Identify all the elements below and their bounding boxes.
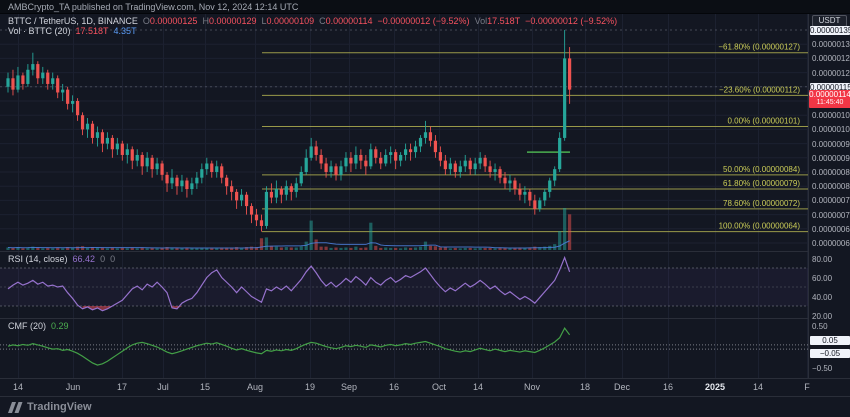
fib-label: 78.60% (0.00000072): [723, 199, 800, 208]
time-tick-label: 17: [117, 382, 127, 392]
legend-segment: 17.518T: [76, 26, 109, 36]
volume-ma-line: [8, 241, 570, 248]
symbol-legend-row[interactable]: BTTC / TetherUS, 1D, BINANCEO0.00000125H…: [8, 16, 617, 26]
tradingview-published-chart: AMBCrypto_TA published on TradingView.co…: [0, 0, 850, 417]
time-tick-label: Jul: [157, 382, 169, 392]
legend-segment: 0.00000114: [326, 16, 373, 26]
candles: [6, 30, 571, 232]
legend-segment: 0: [100, 254, 105, 264]
price-tick-label: 0.00000125: [812, 54, 850, 63]
price-tick-label: 0.00000105: [812, 111, 850, 120]
price-tick-label: 0.00000070: [812, 211, 850, 220]
time-tick-label: 2025: [705, 382, 725, 392]
price-tick-label: 0.00000090: [812, 154, 850, 163]
attribution-bar: AMBCrypto_TA published on TradingView.co…: [0, 0, 850, 14]
rsi-legend-row[interactable]: RSI (14, close) 66.42 00: [8, 254, 115, 264]
price-tick-label: 0.00000080: [812, 182, 850, 191]
legend-segment: Vol · BTTC (20): [8, 26, 71, 36]
legend-segment: 0: [110, 254, 115, 264]
legend-segment: 0.00000129: [209, 16, 257, 26]
rsi-tick-label: 40.00: [812, 293, 832, 302]
time-tick-label: Nov: [524, 382, 540, 392]
brand-label: TradingView: [27, 401, 92, 413]
price-axis[interactable]: USDT 0.000001300.000001250.000001200.000…: [808, 14, 850, 396]
time-tick-label: 14: [753, 382, 763, 392]
price-tick-label: 0.00000065: [812, 225, 850, 234]
time-tick-label: Jun: [66, 382, 81, 392]
fib-label: −61.80% (0.00000127): [718, 43, 800, 52]
cmf-line: [8, 328, 570, 365]
time-tick-label: Oct: [432, 382, 446, 392]
fib-label: −23.60% (0.00000112): [719, 85, 800, 94]
fib-label: 0.00% (0.00000101): [728, 117, 801, 126]
time-tick-label: 14: [473, 382, 483, 392]
legend-segment: −0.00000012 (−9.52%): [377, 16, 469, 26]
rsi-tick-label: 20.00: [812, 312, 832, 321]
last-price-label: 0.0000011411:45:40: [809, 90, 850, 108]
time-tick-label: 18: [580, 382, 590, 392]
legend-segment: 4.35T: [114, 26, 137, 36]
cmf-band-label: −0.05: [810, 349, 850, 358]
time-tick-label: 16: [389, 382, 399, 392]
legend-segment: CMF (20): [8, 321, 46, 331]
price-level-label: 0.00000135: [810, 26, 850, 35]
rsi-tick-label: 60.00: [812, 274, 832, 283]
fib-label: 100.00% (0.00000064): [719, 222, 801, 231]
time-tick-label: Dec: [614, 382, 630, 392]
cmf-tick-label: 0.50: [812, 322, 828, 331]
footer-bar: TradingView: [0, 396, 850, 417]
legend-segment: 0.00000125: [150, 16, 198, 26]
price-tick-label: 0.00000060: [812, 239, 850, 248]
rsi-tick-label: 80.00: [812, 255, 832, 264]
legend-segment: 0.00000109: [267, 16, 315, 26]
legend-segment: −0.00000012 (−9.52%): [525, 16, 617, 26]
price-tick-label: 0.00000085: [812, 168, 850, 177]
legend-segment: 0.29: [51, 321, 69, 331]
time-axis[interactable]: 14 Jun 17 Jul 15 Aug 19 Sep 16 Oct 14 Nov 18 Dec 16 202…: [0, 378, 850, 397]
price-tick-label: 0.00000120: [812, 69, 850, 78]
cmf-tick-label: −0.50: [812, 364, 832, 373]
tradingview-logo-icon: [8, 402, 23, 413]
legend-segment: BTTC / TetherUS, 1D, BINANCE: [8, 16, 138, 26]
time-tick-label: Aug: [247, 382, 263, 392]
gridlines: [0, 14, 808, 378]
cmf-band-label: 0.05: [810, 336, 850, 345]
tradingview-logo[interactable]: TradingView: [8, 401, 92, 413]
chart-canvas[interactable]: −61.80% (0.00000127) −23.60% (0.00000112)…: [0, 0, 850, 417]
time-tick-label: 19: [305, 382, 315, 392]
legend-segment: 17.518T: [487, 16, 520, 26]
fib-label: 61.80% (0.00000079): [723, 179, 800, 188]
time-tick-label: 14: [13, 382, 23, 392]
price-tick-label: 0.00000100: [812, 125, 850, 134]
price-tick-label: 0.00000095: [812, 140, 850, 149]
legend-segment: RSI (14, close): [8, 254, 68, 264]
volume-legend-row[interactable]: Vol · BTTC (20) 17.518T 4.35T: [8, 26, 137, 36]
price-tick-label: 0.00000075: [812, 196, 850, 205]
fib-label: 50.00% (0.00000084): [723, 165, 800, 174]
legend-segment: O: [143, 16, 150, 26]
legend-segment: Vol: [475, 16, 488, 26]
time-tick-label: F: [804, 382, 810, 392]
price-tick-label: 0.00000130: [812, 40, 850, 49]
time-tick-label: Sep: [341, 382, 357, 392]
legend-segment: 66.42: [73, 254, 96, 264]
time-tick-label: 16: [663, 382, 673, 392]
cmf-legend-row[interactable]: CMF (20) 0.29: [8, 321, 69, 331]
attribution-text: AMBCrypto_TA published on TradingView.co…: [8, 2, 298, 12]
time-tick-label: 15: [200, 382, 210, 392]
